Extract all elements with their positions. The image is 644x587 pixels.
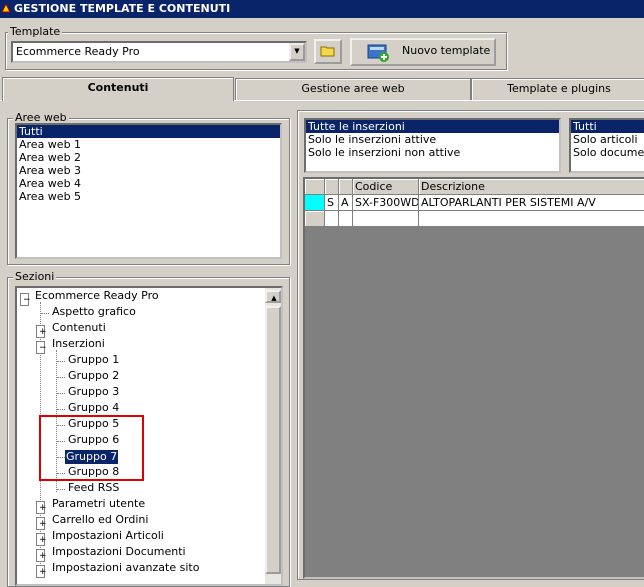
template-legend: Template [8,25,63,38]
tree-node-impostazioni-articoli[interactable]: Impostazioni Articoli [50,529,164,542]
list-item[interactable]: Solo documenti [571,146,644,159]
new-row-cell[interactable] [325,211,339,227]
tree-node-contenuti[interactable]: Contenuti [50,321,106,334]
list-item[interactable]: Tutti [571,120,644,133]
inserzioni-filter-list[interactable]: Tutte le inserzioni Solo le inserzioni a… [304,118,561,173]
tab-gestione-aree-web[interactable]: Gestione aree web [235,78,471,100]
grid-cell-descrizione[interactable]: ALTOPARLANTI PER SISTEMI A/V [419,195,644,211]
grid-cell-col1[interactable]: S [325,195,339,211]
list-item[interactable]: Area web 5 [17,190,280,203]
grid-header-col1[interactable] [325,179,339,195]
open-folder-button[interactable] [314,39,342,64]
inserzioni-grid[interactable]: Codice Descrizione S A SX-F300WD ALTOPAR… [303,177,644,579]
tree-node-impostazioni-documenti[interactable]: Impostazioni Documenti [50,545,186,558]
expand-icon[interactable]: + [36,533,47,546]
grid-header-codice[interactable]: Codice [353,179,419,195]
tab-template-e-plugins-label: Template e plugins [507,82,611,95]
tree-guide [57,393,65,406]
tipo-filter-list[interactable]: Tutti Solo articoli Solo documenti [569,118,644,173]
tree-node-impostazioni-avanzate[interactable]: Impostazioni avanzate sito [50,561,199,574]
tree-guide [57,377,65,390]
list-item[interactable]: Area web 2 [17,151,280,164]
app-icon [1,3,11,13]
tree-node-gruppo-2[interactable]: Gruppo 2 [66,369,119,382]
new-row-marker [305,211,325,227]
grid-header-col2[interactable] [339,179,353,195]
grid-cell-col2[interactable]: A [339,195,353,211]
tab-gestione-aree-web-label: Gestione aree web [301,82,405,95]
tree-node-gruppo-1[interactable]: Gruppo 1 [66,353,119,366]
expand-icon[interactable]: + [36,549,47,562]
list-item[interactable]: Solo articoli [571,133,644,146]
tree-node-inserzioni[interactable]: Inserzioni [50,337,105,350]
tree-node-feed-rss[interactable]: Feed RSS [66,481,119,494]
expand-icon[interactable]: + [36,325,47,338]
highlight-box [39,415,144,481]
new-template-label: Nuovo template [402,44,491,57]
tree-node-parametri-utente[interactable]: Parametri utente [50,497,145,510]
scroll-thumb[interactable] [265,306,281,574]
aree-web-list[interactable]: Tutti Area web 1 Area web 2 Area web 3 A… [15,123,282,259]
new-row-cell[interactable] [339,211,353,227]
tab-contenuti-label: Contenuti [87,81,149,94]
tree-root[interactable]: Ecommerce Ready Pro [33,289,159,302]
new-row-cell[interactable] [353,211,419,227]
scroll-up-icon[interactable]: ▲ [265,290,281,303]
collapse-icon[interactable]: − [36,341,47,354]
list-item[interactable]: Area web 4 [17,177,280,190]
list-item[interactable]: Tutte le inserzioni [306,120,559,133]
window-title: GESTIONE TEMPLATE E CONTENUTI [14,2,231,15]
new-row-cell[interactable] [419,211,644,227]
tree-node-aspetto-grafico[interactable]: Aspetto grafico [50,305,136,318]
sezioni-legend: Sezioni [13,270,57,283]
list-item[interactable]: Solo le inserzioni attive [306,133,559,146]
tree-node-gruppo-3[interactable]: Gruppo 3 [66,385,119,398]
expand-icon[interactable]: + [36,517,47,530]
tree-node-gruppo-4[interactable]: Gruppo 4 [66,401,119,414]
expand-icon[interactable]: + [36,565,47,578]
tab-contenuti[interactable]: Contenuti [2,77,234,101]
list-item[interactable]: Tutti [17,125,280,138]
template-select-value: Ecommerce Ready Pro [16,45,140,58]
tab-template-e-plugins[interactable]: Template e plugins [471,78,644,100]
window-title-bar: GESTIONE TEMPLATE E CONTENUTI [0,0,644,18]
expand-icon[interactable]: + [36,501,47,514]
collapse-icon[interactable]: − [20,293,31,306]
list-item[interactable]: Solo le inserzioni non attive [306,146,559,159]
list-item[interactable]: Area web 1 [17,138,280,151]
chevron-down-icon[interactable]: ▼ [289,43,305,61]
folder-icon [320,46,335,57]
tree-node-carrello-ordini[interactable]: Carrello ed Ordini [50,513,148,526]
template-select[interactable]: Ecommerce Ready Pro ▼ [11,41,307,63]
grid-header-descrizione[interactable]: Descrizione [419,179,644,195]
new-template-button[interactable]: Nuovo template [350,38,496,66]
grid-cell-codice[interactable]: SX-F300WD [353,195,419,211]
row-marker [305,195,325,211]
list-item[interactable]: Area web 3 [17,164,280,177]
tree-guide [57,361,65,374]
grid-header-marker [305,179,325,195]
new-template-icon [367,44,389,62]
